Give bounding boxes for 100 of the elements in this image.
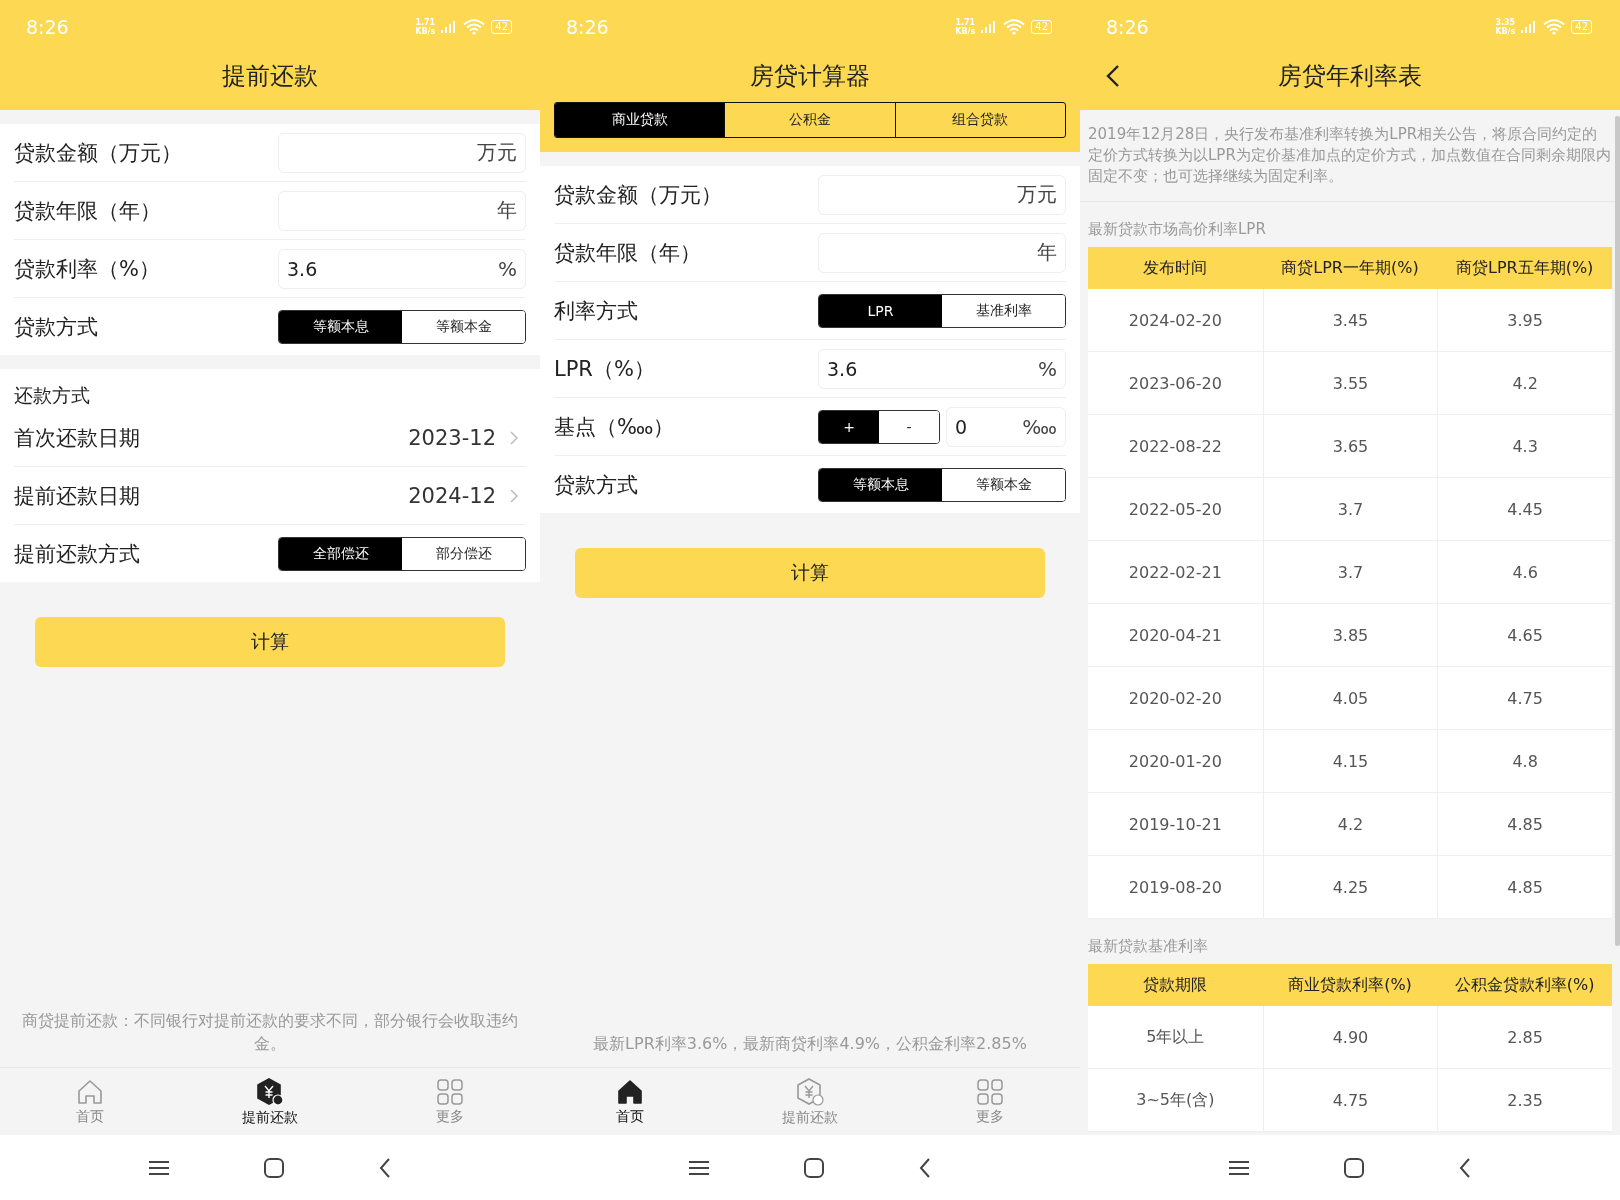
menu-icon[interactable]	[689, 1159, 709, 1176]
table-cell-text: 2020-02-20	[1127, 687, 1223, 710]
unit-label: %	[1038, 356, 1057, 381]
input-field[interactable]: 年	[818, 232, 1066, 273]
tab[interactable]: 公积金	[724, 103, 895, 137]
table-cell: 4.6	[1437, 541, 1612, 603]
signal-icon	[441, 21, 458, 33]
table-cell-text: 2020-04-21	[1127, 624, 1223, 647]
field-value[interactable]: 3.6	[287, 257, 498, 280]
table-cell: 4.85	[1437, 793, 1612, 855]
field-label: LPR（%）	[554, 355, 655, 383]
square-icon[interactable]	[264, 1157, 284, 1178]
segment-option[interactable]: 等额本息	[279, 310, 402, 343]
status-time: 8:26	[1106, 16, 1149, 38]
status-time: 8:26	[566, 16, 609, 38]
signal-icon	[1521, 21, 1538, 33]
wifi-icon	[1003, 19, 1026, 35]
table-cell: 3.7	[1262, 478, 1438, 540]
menu-icon[interactable]	[149, 1159, 169, 1176]
table-cell-text: 2022-08-22	[1127, 435, 1223, 458]
table-cell: 4.85	[1437, 856, 1612, 918]
calculate-button[interactable]: 计算	[35, 617, 505, 667]
table-cell: 4.75	[1437, 667, 1612, 729]
input-field[interactable]: 万元	[818, 174, 1066, 215]
menu-icon[interactable]	[1229, 1159, 1249, 1176]
status-time: 8:26	[26, 16, 69, 38]
table-cell: 3.85	[1262, 604, 1438, 666]
input-field[interactable]: 年	[278, 190, 526, 231]
unit-label: 年	[1037, 239, 1057, 266]
step-option[interactable]: +	[819, 410, 879, 443]
input-field[interactable]: 3.6 %	[818, 348, 1066, 389]
field-value[interactable]: 0	[955, 415, 1023, 438]
table-cell: 3.55	[1262, 352, 1438, 414]
calculate-button[interactable]: 计算	[575, 548, 1045, 598]
field-value[interactable]: 3.6	[827, 357, 1038, 380]
signal-icon	[981, 21, 998, 33]
unit-label: %	[498, 256, 517, 281]
field-label: 提前还款方式	[14, 540, 140, 568]
section-heading: 最新贷款基准利率	[1087, 936, 1209, 957]
tab-bar-item[interactable]: 提前还款	[180, 1068, 360, 1135]
yuan-hexagon-icon	[255, 1076, 285, 1107]
table-cell-text: 2019-08-20	[1127, 876, 1223, 899]
table-cell-text: 2024-02-20	[1127, 309, 1223, 332]
screen-title: 房贷计算器	[750, 61, 870, 92]
table-cell-text: 2020-01-20	[1127, 750, 1223, 773]
table-cell-text: 2022-05-20	[1127, 498, 1223, 521]
field-label: 首次还款日期	[14, 424, 140, 452]
network-speed: 1.71 KB/s	[955, 18, 976, 36]
input-field[interactable]: 万元	[278, 132, 526, 173]
column-header: 商贷LPR五年期(%)	[1454, 256, 1595, 279]
back-icon[interactable]	[1106, 64, 1120, 88]
table-cell: 4.2	[1262, 793, 1438, 855]
table-cell: 4.2	[1437, 352, 1612, 414]
field-label: 基点（‱）	[554, 413, 675, 441]
tab[interactable]: 组合贷款	[894, 103, 1065, 137]
table-cell: 2.35	[1437, 1069, 1612, 1131]
segment-option[interactable]: 全部偿还	[279, 537, 402, 570]
field-label: 贷款利率（%）	[14, 255, 160, 283]
input-field[interactable]: 3.6 %	[278, 248, 526, 289]
table-cell-text: 2022-02-21	[1127, 561, 1223, 584]
section-heading: 最新贷款市场高价利率LPR	[1087, 219, 1267, 240]
table-cell: 4.90	[1262, 1006, 1438, 1068]
table-cell-text: 3~5年(含)	[1135, 1088, 1216, 1111]
back-icon[interactable]	[379, 1157, 391, 1178]
field-label: 提前还款日期	[14, 482, 140, 510]
date-value[interactable]: 2023-12	[408, 425, 496, 450]
field-label: 贷款年限（年）	[554, 239, 701, 267]
battery-indicator: 42	[1031, 20, 1052, 34]
table-cell: 4.8	[1437, 730, 1612, 792]
table-cell-text: 5年以上	[1145, 1025, 1206, 1048]
table-cell: 3.95	[1437, 289, 1612, 351]
segment-option[interactable]: LPR	[819, 294, 942, 327]
grid-icon	[976, 1077, 1004, 1106]
date-value[interactable]: 2024-12	[408, 483, 496, 508]
scrollbar[interactable]	[1615, 116, 1620, 946]
house-icon	[616, 1077, 644, 1106]
table-cell: 2.85	[1437, 1006, 1612, 1068]
footnote: 商贷提前还款：不同银行对提前还款的要求不同，部分银行会收取违约金。	[21, 1010, 519, 1055]
column-header: 贷款期限	[1142, 973, 1209, 996]
unit-label: 万元	[477, 139, 517, 166]
input-field[interactable]: 0 ‱	[946, 406, 1066, 447]
wifi-icon	[463, 19, 486, 35]
wifi-icon	[1543, 19, 1566, 35]
field-label: 贷款金额（万元）	[554, 181, 722, 209]
square-icon[interactable]	[804, 1157, 824, 1178]
screen-title: 提前还款	[222, 61, 318, 92]
unit-label: 万元	[1017, 181, 1057, 208]
square-icon[interactable]	[1344, 1157, 1364, 1178]
tab[interactable]: 商业贷款	[555, 103, 725, 137]
table-cell: 4.45	[1437, 478, 1612, 540]
field-label: 贷款金额（万元）	[14, 139, 182, 167]
table-cell: 4.65	[1437, 604, 1612, 666]
table-cell: 4.05	[1262, 667, 1438, 729]
battery-indicator: 42	[491, 20, 512, 34]
screen-title: 房贷年利率表	[1278, 61, 1422, 92]
tab-bar-item[interactable]: 首页	[540, 1068, 720, 1135]
back-icon[interactable]	[919, 1157, 931, 1178]
field-label: 贷款方式	[14, 313, 98, 341]
back-icon[interactable]	[1459, 1157, 1471, 1178]
segment-option[interactable]: 等额本息	[819, 468, 942, 501]
